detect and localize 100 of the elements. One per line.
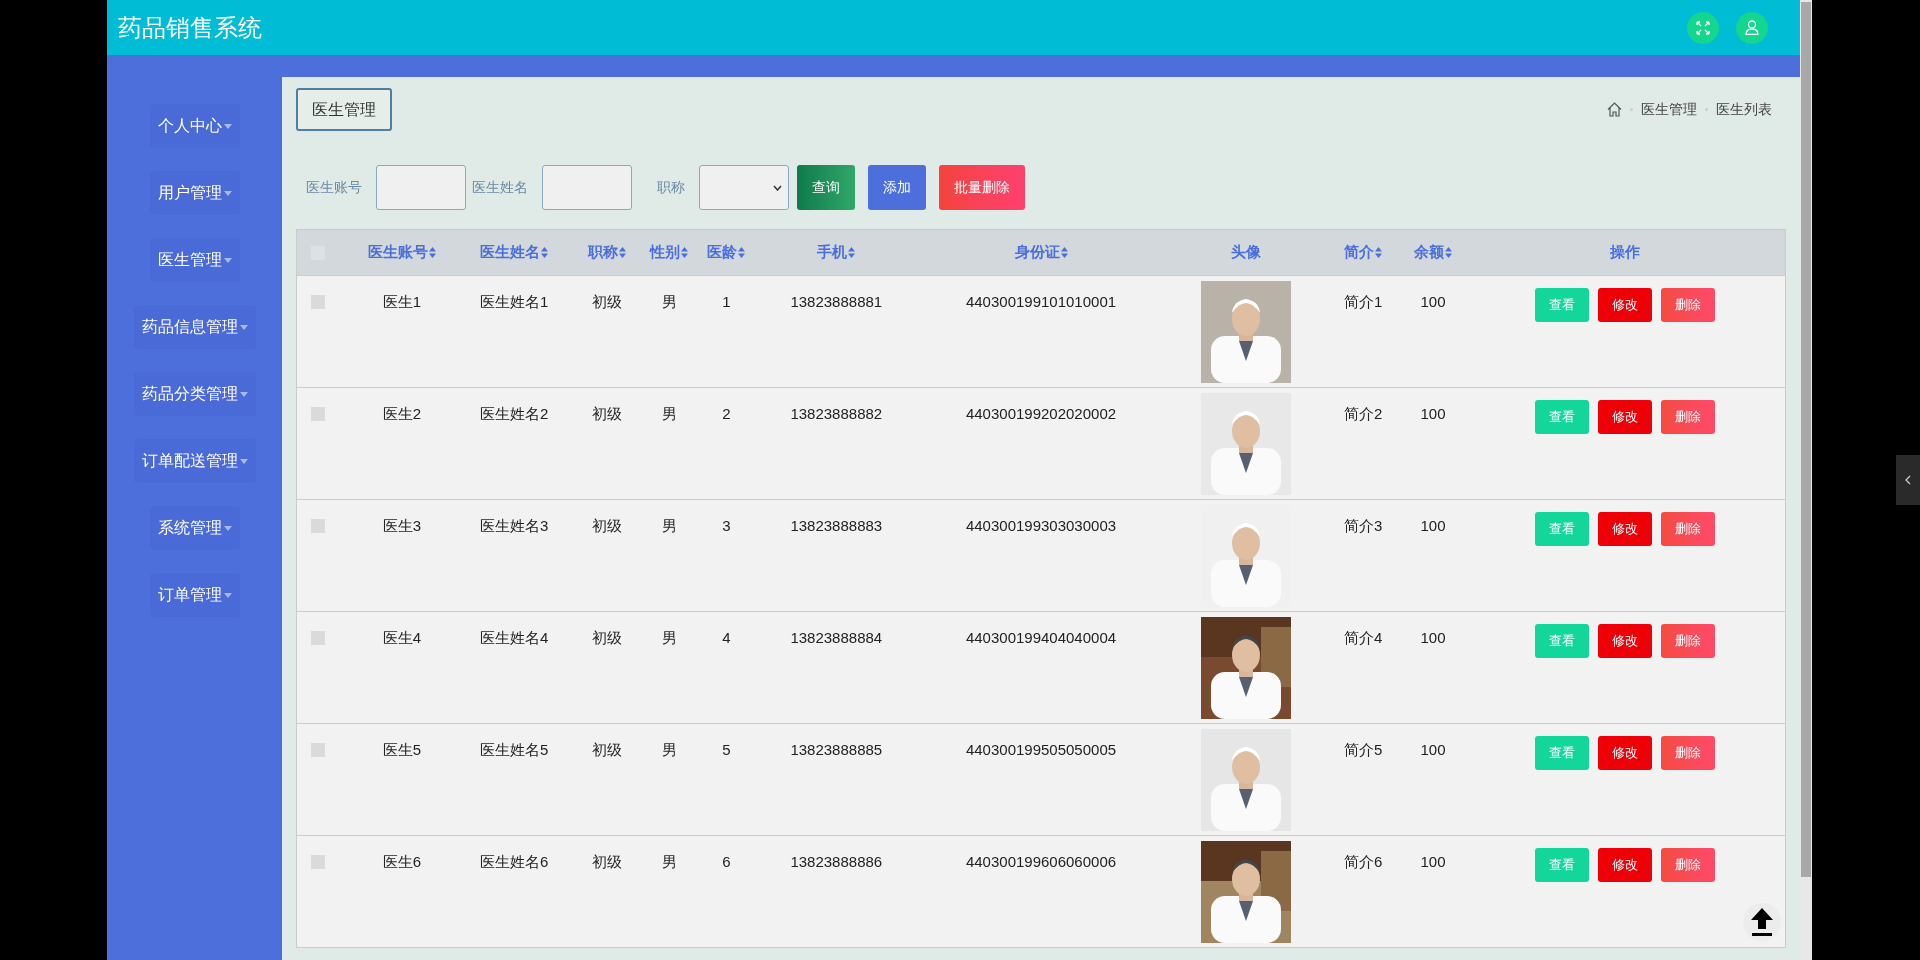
- delete-button[interactable]: 删除: [1661, 512, 1716, 546]
- column-header[interactable]: 性别: [650, 241, 688, 264]
- view-button[interactable]: 查看: [1535, 624, 1590, 658]
- column-header[interactable]: 操作: [1610, 241, 1641, 264]
- delete-button[interactable]: 删除: [1661, 288, 1716, 322]
- app-title: 药品销售系统: [118, 12, 262, 43]
- table-cell-text: 医生姓名4: [480, 628, 549, 647]
- edit-button[interactable]: 修改: [1598, 400, 1653, 434]
- table-cell-text: 1: [722, 292, 731, 311]
- delete-button[interactable]: 删除: [1661, 736, 1716, 770]
- sort-icon[interactable]: [1445, 247, 1452, 258]
- column-header[interactable]: 身份证: [1014, 241, 1068, 264]
- row-checkbox[interactable]: [310, 407, 325, 421]
- table-cell-text: 医生5: [382, 740, 422, 759]
- table-cell-text: 医生姓名2: [480, 404, 549, 423]
- row-checkbox[interactable]: [310, 631, 325, 645]
- sort-icon[interactable]: [541, 247, 549, 258]
- home-icon[interactable]: [1607, 102, 1622, 117]
- column-header[interactable]: 余额: [1414, 241, 1452, 264]
- table-cell-text: 简介5: [1343, 740, 1383, 759]
- field-label: 职称: [657, 178, 685, 197]
- sort-icon[interactable]: [738, 247, 746, 258]
- table-cell-text: 100: [1420, 404, 1446, 423]
- sort-icon[interactable]: [618, 247, 626, 258]
- view-button[interactable]: 查看: [1535, 288, 1590, 322]
- delete-button[interactable]: 删除: [1661, 848, 1716, 882]
- edit-button[interactable]: 修改: [1598, 848, 1653, 882]
- row-checkbox[interactable]: [310, 295, 325, 309]
- table-cell-text: 4: [722, 628, 731, 647]
- view-button[interactable]: 查看: [1535, 848, 1590, 882]
- caret-icon: [239, 391, 248, 397]
- table-cell-text: 100: [1420, 628, 1446, 647]
- sidebar-item[interactable]: 系统管理: [149, 506, 240, 550]
- sidebar-item[interactable]: 订单管理: [149, 573, 240, 617]
- sort-icon[interactable]: [1060, 247, 1068, 258]
- caret-icon: [223, 257, 232, 263]
- table-cell-text: 13823888884: [790, 628, 883, 647]
- view-button[interactable]: 查看: [1535, 400, 1590, 434]
- delete-button[interactable]: 删除: [1661, 624, 1716, 658]
- search-field[interactable]: [542, 165, 632, 210]
- field-label: 医生姓名: [472, 178, 528, 197]
- table-cell-text: 100: [1420, 852, 1446, 871]
- table-cell-text: 440300199303030003: [965, 516, 1117, 535]
- table-cell-text: 440300199505050005: [965, 740, 1117, 759]
- edit-button[interactable]: 修改: [1598, 736, 1653, 770]
- sidebar-item[interactable]: 药品分类管理: [133, 372, 256, 416]
- table-cell-text: 医生2: [382, 404, 422, 423]
- edit-button[interactable]: 修改: [1598, 512, 1653, 546]
- column-header[interactable]: 医生姓名: [480, 241, 549, 264]
- search-field[interactable]: [376, 165, 466, 210]
- table-cell-text: 男: [661, 852, 677, 871]
- sort-icon[interactable]: [428, 247, 436, 258]
- sort-icon[interactable]: [1375, 247, 1383, 258]
- table-cell-text: 男: [661, 740, 677, 759]
- table-cell-text: 简介2: [1343, 404, 1383, 423]
- table-cell-text: 初级: [591, 740, 622, 759]
- breadcrumb-item[interactable]: 医生列表: [1716, 99, 1772, 120]
- table-cell-text: 13823888881: [790, 292, 883, 311]
- sidebar-item[interactable]: 用户管理: [149, 171, 240, 215]
- table-cell-text: 初级: [591, 628, 622, 647]
- table-cell-text: 初级: [591, 292, 622, 311]
- view-button[interactable]: 查看: [1535, 512, 1590, 546]
- sort-icon[interactable]: [681, 247, 688, 258]
- table-cell-text: 简介6: [1343, 852, 1383, 871]
- delete-button[interactable]: 删除: [1661, 400, 1716, 434]
- table-cell-text: 初级: [591, 852, 622, 871]
- title-select[interactable]: [699, 165, 789, 210]
- column-header[interactable]: 医龄: [707, 241, 746, 264]
- sort-icon[interactable]: [848, 247, 856, 258]
- column-header[interactable]: 手机: [817, 241, 856, 264]
- query-button[interactable]: 查询: [797, 165, 855, 210]
- caret-icon: [223, 123, 232, 129]
- table-cell-text: 男: [661, 292, 677, 311]
- table-cell-text: 2: [722, 404, 731, 423]
- row-checkbox[interactable]: [310, 519, 325, 533]
- edit-button[interactable]: 修改: [1598, 288, 1653, 322]
- row-checkbox[interactable]: [310, 743, 325, 757]
- sidebar-item[interactable]: 医生管理: [149, 238, 240, 282]
- table-cell-text: 医生6: [382, 852, 422, 871]
- scrollbar[interactable]: [1800, 0, 1812, 960]
- fullscreen-button[interactable]: [1687, 11, 1719, 44]
- sidebar-item[interactable]: 药品信息管理: [133, 305, 256, 349]
- view-button[interactable]: 查看: [1535, 736, 1590, 770]
- row-checkbox[interactable]: [310, 855, 325, 869]
- add-button[interactable]: 添加: [868, 165, 926, 210]
- edit-button[interactable]: 修改: [1598, 624, 1653, 658]
- sidebar-item[interactable]: 订单配送管理: [133, 439, 256, 483]
- column-header[interactable]: 医生账号: [367, 241, 436, 264]
- user-button[interactable]: [1736, 11, 1768, 44]
- column-header[interactable]: 头像: [1230, 241, 1261, 264]
- table-cell-text: 医生姓名5: [480, 740, 549, 759]
- column-header[interactable]: 简介: [1344, 241, 1383, 264]
- table-cell-text: 100: [1420, 516, 1446, 535]
- table-cell-text: 3: [722, 516, 731, 535]
- delete-button[interactable]: 批量删除: [939, 165, 1025, 210]
- breadcrumb-item[interactable]: 医生管理: [1641, 99, 1697, 120]
- sidebar-item[interactable]: 个人中心: [149, 104, 240, 148]
- side-panel-tab[interactable]: [1896, 455, 1920, 505]
- chevron-down-icon: [773, 184, 782, 191]
- column-header[interactable]: 职称: [587, 241, 626, 264]
